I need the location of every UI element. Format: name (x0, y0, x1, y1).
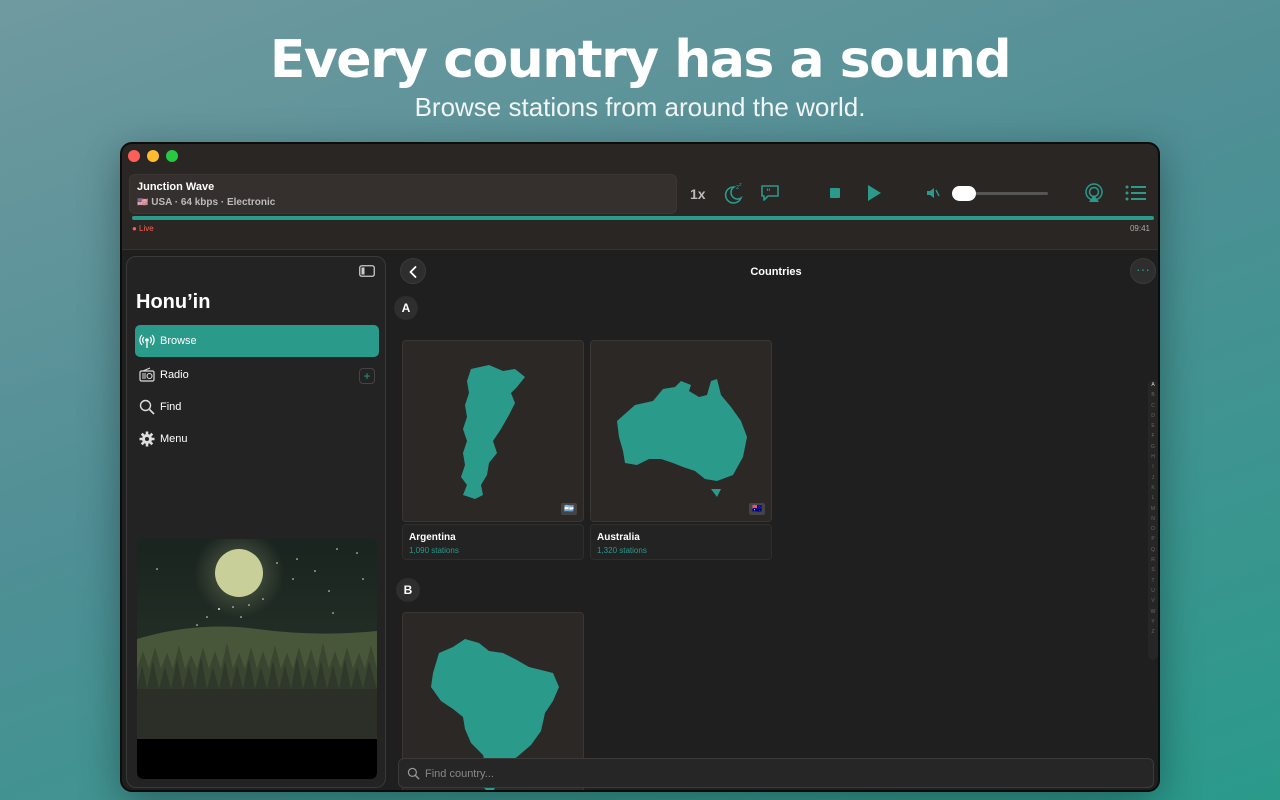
country-info: Australia 1,320 stations (590, 524, 772, 560)
sidebar-item-label: Radio (160, 369, 189, 381)
app-name: Honu’in (136, 291, 211, 313)
sidebar: Honu’in Browse Radio + Find Menu (126, 256, 386, 788)
section-header-b: B (396, 578, 420, 602)
section-header-a: A (394, 296, 418, 320)
sidebar-item-label: Menu (160, 433, 188, 445)
find-country-search[interactable] (398, 758, 1154, 788)
svg-text:": " (766, 188, 771, 198)
index-letter[interactable]: W (1148, 607, 1158, 617)
index-letter[interactable]: P (1148, 534, 1158, 544)
country-map-thumbnail: 🇦🇷 (402, 340, 584, 522)
countries-view: Countries ··· A 🇦🇷 Argentina 1,090 stati… (390, 252, 1158, 790)
add-radio-button[interactable]: + (359, 368, 375, 384)
broadcast-icon (139, 334, 155, 348)
index-letter[interactable]: F (1148, 431, 1158, 441)
australia-flag-icon: 🇦🇺 (749, 503, 765, 515)
zoom-window-button[interactable] (166, 150, 178, 162)
index-letter[interactable]: M (1148, 504, 1158, 514)
index-letter[interactable]: S (1148, 565, 1158, 575)
sidebar-item-menu[interactable]: Menu (135, 423, 379, 455)
volume-knob[interactable] (952, 186, 976, 201)
play-icon[interactable] (866, 184, 882, 202)
search-icon (139, 399, 155, 415)
mute-icon[interactable] (926, 187, 940, 199)
sidebar-item-label: Browse (160, 335, 197, 347)
index-letter[interactable]: Y (1148, 617, 1158, 627)
more-options-button[interactable]: ··· (1130, 258, 1156, 284)
airplay-icon[interactable] (1084, 182, 1104, 204)
country-name: Australia (597, 532, 640, 543)
index-letter[interactable]: A (1148, 380, 1158, 390)
sidebar-item-radio[interactable]: Radio + (135, 359, 379, 391)
index-letter[interactable]: K (1148, 483, 1158, 493)
now-playing[interactable]: Junction Wave 🇺🇸 USA · 64 kbps · Electron… (129, 174, 677, 214)
index-letter[interactable]: L (1148, 493, 1158, 503)
index-letter[interactable]: V (1148, 596, 1158, 606)
country-name: Argentina (409, 532, 456, 543)
country-info: Argentina 1,090 stations (402, 524, 584, 560)
hero-title: Every country has a sound (269, 30, 1012, 90)
page-title: Countries (750, 266, 802, 278)
station-meta-text: USA · 64 kbps · Electronic (151, 197, 276, 208)
index-letter[interactable]: T (1148, 576, 1158, 586)
sidebar-item-find[interactable]: Find (135, 391, 379, 423)
index-letter[interactable]: Q (1148, 545, 1158, 555)
index-letter[interactable]: N (1148, 514, 1158, 524)
index-letter[interactable]: B (1148, 390, 1158, 400)
search-input[interactable] (425, 765, 1125, 783)
index-letter[interactable]: G (1148, 442, 1158, 452)
playback-progress-bar[interactable] (132, 216, 1154, 220)
live-indicator: ● Live (132, 224, 154, 233)
queue-list-icon[interactable] (1125, 184, 1147, 202)
radio-icon (139, 367, 155, 382)
app-window: Junction Wave 🇺🇸 USA · 64 kbps · Electron… (120, 142, 1160, 792)
index-letter[interactable]: O (1148, 524, 1158, 534)
argentina-flag-icon: 🇦🇷 (561, 503, 577, 515)
index-letter[interactable]: D (1148, 411, 1158, 421)
us-flag-icon: 🇺🇸 (137, 197, 149, 207)
close-window-button[interactable] (128, 150, 140, 162)
sidebar-item-label: Find (160, 401, 182, 413)
sidebar-item-browse[interactable]: Browse (135, 325, 379, 357)
stop-icon[interactable] (830, 188, 840, 198)
station-count: 1,090 stations (409, 546, 459, 555)
elapsed-time: 09:41 (1129, 224, 1150, 233)
index-letter[interactable]: H (1148, 452, 1158, 462)
index-letter[interactable]: I (1148, 462, 1158, 472)
index-letter[interactable]: E (1148, 421, 1158, 431)
alphabet-index-scrubber[interactable]: ABCDEFGHIJKLMNOPQRSTUVWYZ (1148, 380, 1158, 660)
quote-icon[interactable]: " (760, 184, 780, 202)
index-letter[interactable]: C (1148, 401, 1158, 411)
toggle-sidebar-icon[interactable] (359, 265, 375, 277)
country-map-thumbnail: 🇦🇺 (590, 340, 772, 522)
australia-map-icon (617, 379, 747, 497)
station-meta: 🇺🇸 USA · 64 kbps · Electronic (137, 197, 275, 208)
minimize-window-button[interactable] (147, 150, 159, 162)
gear-icon (139, 431, 155, 447)
station-count: 1,320 stations (597, 546, 647, 555)
index-letter[interactable]: Z (1148, 627, 1158, 637)
svg-text:z: z (739, 182, 742, 188)
argentina-map-icon (461, 365, 525, 499)
station-name: Junction Wave (137, 181, 215, 193)
index-letter[interactable]: R (1148, 555, 1158, 565)
sleep-timer-icon[interactable]: z z (724, 182, 744, 204)
index-letter[interactable]: U (1148, 586, 1158, 596)
search-icon (407, 767, 420, 780)
index-letter[interactable]: J (1148, 473, 1158, 483)
playback-speed-button[interactable]: 1x (690, 186, 706, 202)
night-forest-artwork (137, 539, 377, 779)
player-bar: Junction Wave 🇺🇸 USA · 64 kbps · Electron… (122, 144, 1158, 250)
hero-subtitle: Browse stations from around the world. (414, 92, 866, 122)
